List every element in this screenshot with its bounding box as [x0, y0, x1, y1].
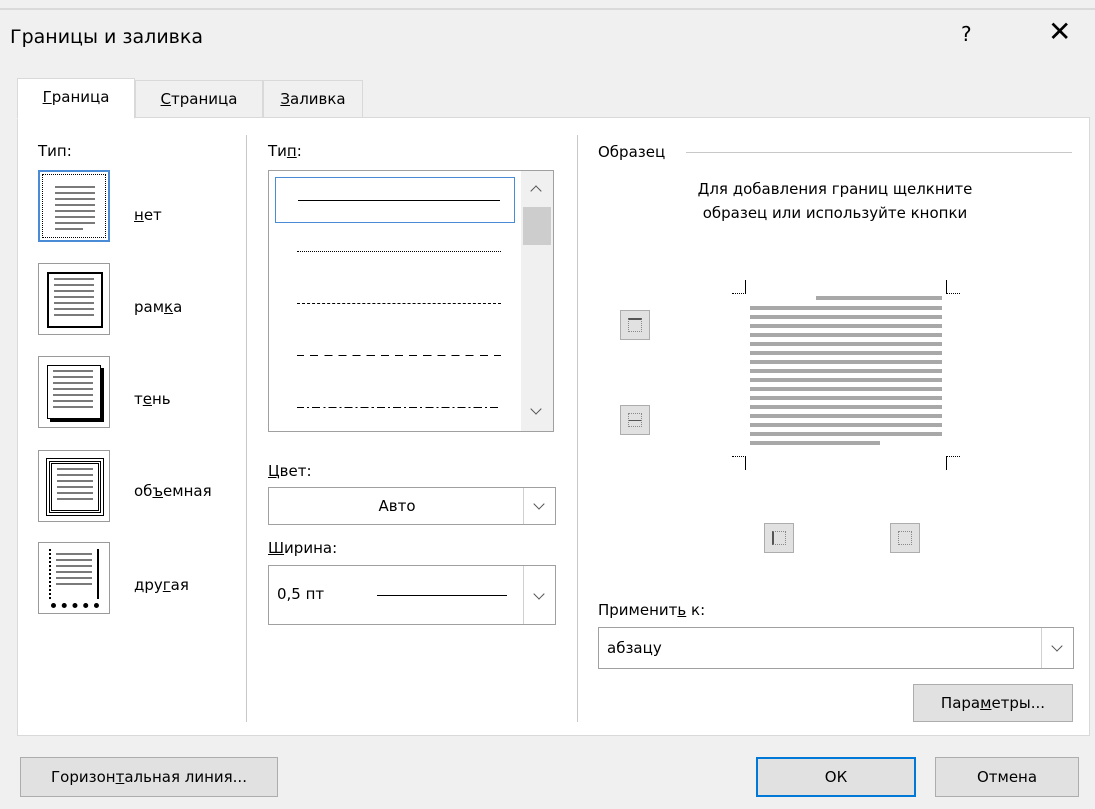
line-style-dashed[interactable]	[275, 333, 515, 379]
help-button[interactable]: ?	[961, 22, 972, 46]
dialog-title: Границы и заливка	[10, 26, 203, 48]
chevron-down-icon	[533, 588, 545, 600]
scroll-thumb[interactable]	[523, 207, 551, 245]
style-title: Тип:	[268, 142, 302, 160]
color-select[interactable]: Авто	[268, 487, 556, 525]
divider-left	[246, 135, 247, 722]
line-style-dotted[interactable]	[275, 229, 515, 275]
line-style-list[interactable]	[268, 170, 554, 432]
border-right-icon	[898, 531, 912, 545]
preset-3d-label: объемная	[134, 482, 212, 500]
tab-label: траница	[171, 90, 238, 108]
cancel-button[interactable]: Отмена	[935, 757, 1079, 797]
border-inside-horizontal-button[interactable]	[620, 405, 650, 435]
line-style-dashed-fine[interactable]	[275, 281, 515, 327]
preset-custom[interactable]	[38, 542, 110, 614]
preview-hint-2: образец или используйте кнопки	[702, 204, 968, 222]
tab-shading[interactable]: Заливка	[263, 80, 363, 118]
width-select[interactable]: 0,5 пт	[268, 565, 556, 625]
preset-shadow[interactable]	[38, 356, 110, 428]
box-document-icon	[47, 272, 103, 328]
preview-title: Образец	[598, 143, 666, 161]
line-style-solid[interactable]	[275, 177, 515, 223]
tab-label: аливка	[290, 90, 346, 108]
setting-title: Тип:	[38, 142, 72, 160]
width-dropdown-button[interactable]	[523, 566, 555, 624]
preset-none[interactable]	[38, 170, 110, 242]
shadow-document-icon	[47, 365, 101, 419]
width-label: Ширина:	[268, 539, 338, 557]
tab-mnemonic: Г	[42, 88, 52, 106]
top-divider	[0, 8, 1095, 10]
preview-title-rule	[686, 152, 1072, 153]
apply-to-select[interactable]: абзацу	[598, 627, 1074, 669]
width-value: 0,5 пт	[277, 585, 325, 603]
border-left-icon	[772, 531, 786, 545]
apply-to-label: Применить к:	[598, 601, 706, 619]
preset-none-label: нет	[134, 206, 162, 224]
border-left-button[interactable]	[764, 523, 794, 553]
divider-right	[577, 135, 578, 722]
3d-document-icon	[46, 458, 104, 516]
apply-to-dropdown-button[interactable]	[1041, 628, 1073, 668]
color-dropdown-button[interactable]	[523, 488, 555, 524]
close-icon[interactable]: ✕	[1048, 18, 1071, 46]
preview-hint-1: Для добавления границ щелкните	[697, 180, 973, 198]
options-button[interactable]: Параметры...	[913, 684, 1073, 722]
border-right-button[interactable]	[890, 523, 920, 553]
ok-button[interactable]: ОК	[756, 757, 916, 797]
tab-mnemonic: З	[280, 90, 290, 108]
tab-label: раница	[51, 88, 110, 106]
preset-shadow-label: тень	[134, 390, 171, 408]
line-style-scrollbar[interactable]	[521, 171, 553, 431]
dotted-bottom-icon	[51, 603, 99, 608]
scroll-up-icon[interactable]	[530, 185, 542, 197]
border-inside-horizontal-icon	[628, 413, 642, 427]
preset-box[interactable]	[38, 263, 110, 335]
width-sample-line	[377, 595, 507, 596]
scroll-down-icon[interactable]	[530, 403, 542, 415]
horizontal-line-button[interactable]: Горизонтальная линия...	[20, 757, 278, 797]
border-top-icon	[628, 318, 642, 332]
chevron-down-icon	[1051, 640, 1063, 652]
tab-page[interactable]: Страница	[135, 80, 263, 118]
border-top-button[interactable]	[620, 310, 650, 340]
tab-mnemonic: С	[160, 90, 172, 108]
chevron-down-icon	[533, 498, 545, 510]
preset-3d[interactable]	[38, 450, 110, 522]
apply-to-value: абзацу	[607, 639, 662, 657]
preset-box-label: рамка	[134, 298, 183, 316]
custom-document-icon	[49, 549, 99, 599]
preview-area[interactable]	[730, 278, 962, 472]
tab-border[interactable]: Граница	[17, 78, 135, 119]
document-icon	[50, 182, 102, 234]
color-value: Авто	[378, 497, 416, 515]
line-style-dash-dot[interactable]	[275, 385, 515, 431]
preset-custom-label: другая	[134, 576, 189, 594]
color-label: Цвет:	[268, 462, 312, 480]
